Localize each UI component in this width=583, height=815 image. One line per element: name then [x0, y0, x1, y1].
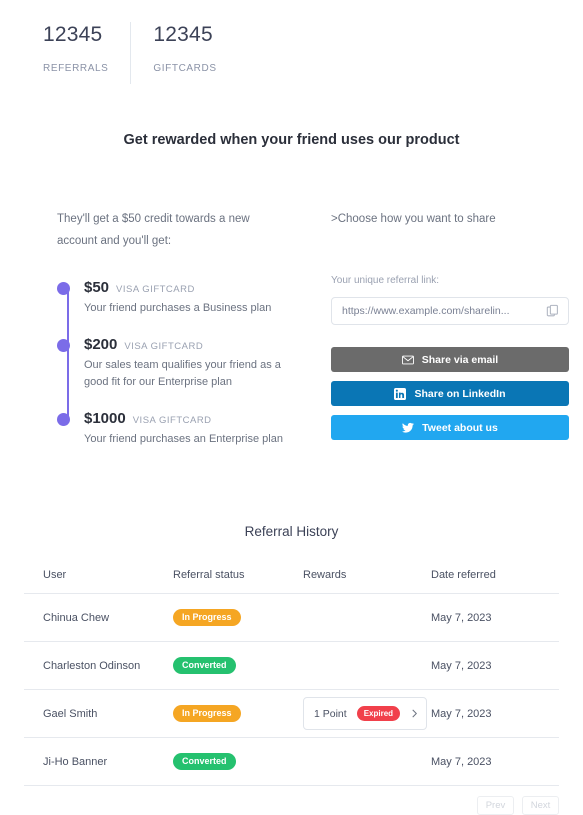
column-header-user: User	[24, 569, 173, 594]
reward-tier-header: $1000 VISA GIFTCARD	[84, 410, 309, 427]
share-via-email-label: Share via email	[421, 353, 499, 366]
table-header-row: User Referral status Rewards Date referr…	[24, 569, 559, 594]
reward-kind: VISA GIFTCARD	[132, 415, 212, 426]
referral-history-title: Referral History	[244, 524, 339, 539]
reward-kind: VISA GIFTCARD	[124, 341, 204, 352]
reward-description: Our sales team qualifies your friend as …	[84, 359, 281, 388]
cell-status: Converted	[173, 737, 303, 786]
reward-tier: $50 VISA GIFTCARD Your friend purchases …	[57, 279, 309, 317]
reward-amount: $50	[84, 279, 110, 296]
cell-rewards: 1 Point Expired	[303, 689, 431, 738]
copy-icon[interactable]	[546, 304, 560, 318]
timeline-connector	[67, 291, 69, 416]
pagination: Prev Next	[0, 786, 583, 815]
cell-date: May 7, 2023	[431, 593, 559, 642]
table-row: Charleston Odinson Converted May 7, 2023	[24, 641, 559, 690]
reward-amount: $1000	[84, 410, 126, 427]
status-badge: Converted	[173, 657, 236, 674]
rewards-and-share-section: They'll get a $50 credit towards a new a…	[0, 208, 583, 448]
stat-referrals: 12345 REFERRALS	[43, 22, 130, 84]
cell-rewards	[303, 593, 431, 642]
status-badge: In Progress	[173, 609, 241, 626]
table-row: Chinua Chew In Progress May 7, 2023	[24, 593, 559, 642]
cell-status: In Progress	[173, 593, 303, 642]
cell-rewards	[303, 641, 431, 690]
share-column: >Choose how you want to share Your uniqu…	[331, 208, 569, 440]
reward-tier: $200 VISA GIFTCARD Our sales team qualif…	[57, 336, 309, 391]
cell-user: Ji-Ho Banner	[24, 737, 173, 786]
reward-amount: $200	[84, 336, 118, 353]
reward-description: Your friend purchases a Business plan	[84, 302, 272, 314]
reward-chip[interactable]: 1 Point Expired	[303, 697, 428, 730]
page-title: Get rewarded when your friend uses our p…	[123, 132, 460, 148]
stats-bar: 12345 REFERRALS 12345 GIFTCARDS	[0, 0, 583, 84]
cell-user: Chinua Chew	[24, 593, 173, 642]
column-header-rewards: Rewards	[303, 569, 431, 594]
share-heading: >Choose how you want to share	[331, 213, 496, 225]
referral-history-table: User Referral status Rewards Date referr…	[24, 569, 559, 786]
cell-date: May 7, 2023	[431, 641, 559, 690]
cell-rewards	[303, 737, 431, 786]
tweet-about-us-label: Tweet about us	[422, 421, 498, 434]
timeline-dot-icon	[57, 413, 70, 426]
reward-tier-header: $200 VISA GIFTCARD	[84, 336, 309, 353]
tweet-about-us-button[interactable]: Tweet about us	[331, 415, 569, 440]
envelope-icon	[401, 355, 414, 364]
status-badge: In Progress	[173, 705, 241, 722]
reward-points: 1 Point	[314, 707, 347, 720]
linkedin-icon	[394, 387, 407, 400]
reward-description: Your friend purchases an Enterprise plan	[84, 433, 283, 445]
column-header-date: Date referred	[431, 569, 559, 594]
rewards-timeline: $50 VISA GIFTCARD Your friend purchases …	[57, 279, 309, 448]
reward-tier-header: $50 VISA GIFTCARD	[84, 279, 309, 296]
column-header-status: Referral status	[173, 569, 303, 594]
rewards-intro-text: They'll get a $50 credit towards a new a…	[57, 213, 250, 247]
next-page-button[interactable]: Next	[522, 796, 559, 815]
share-on-linkedin-label: Share on LinkedIn	[414, 387, 506, 400]
table-row: Gael Smith In Progress 1 Point Expired M…	[24, 689, 559, 738]
reward-expired-badge: Expired	[356, 706, 401, 721]
share-on-linkedin-button[interactable]: Share on LinkedIn	[331, 381, 569, 406]
cell-date: May 7, 2023	[431, 737, 559, 786]
table-row: Ji-Ho Banner Converted May 7, 2023	[24, 737, 559, 786]
timeline-dot-icon	[57, 282, 70, 295]
cell-status: Converted	[173, 641, 303, 690]
referral-link-field[interactable]: https://www.example.com/sharelin...	[331, 297, 569, 325]
cell-user: Charleston Odinson	[24, 641, 173, 690]
rewards-column: They'll get a $50 credit towards a new a…	[57, 208, 309, 448]
referral-history-section: Referral History User Referral status Re…	[0, 524, 583, 786]
timeline-dot-icon	[57, 339, 70, 352]
giftcards-label: GIFTCARDS	[153, 63, 217, 74]
reward-tier: $1000 VISA GIFTCARD Your friend purchase…	[57, 410, 309, 448]
referral-link-label: Your unique referral link:	[331, 275, 440, 286]
giftcards-value: 12345	[153, 23, 213, 46]
referrals-label: REFERRALS	[43, 63, 109, 74]
referral-link-value: https://www.example.com/sharelin...	[342, 305, 510, 317]
cell-user: Gael Smith	[24, 689, 173, 738]
cell-date: May 7, 2023	[431, 689, 559, 738]
twitter-icon	[402, 422, 415, 433]
reward-kind: VISA GIFTCARD	[116, 284, 195, 295]
chevron-right-icon[interactable]	[410, 709, 419, 718]
stat-giftcards: 12345 GIFTCARDS	[130, 22, 216, 84]
prev-page-button[interactable]: Prev	[477, 796, 514, 815]
referrals-value: 12345	[43, 23, 103, 46]
share-via-email-button[interactable]: Share via email	[331, 347, 569, 372]
status-badge: Converted	[173, 753, 236, 770]
cell-status: In Progress	[173, 689, 303, 738]
